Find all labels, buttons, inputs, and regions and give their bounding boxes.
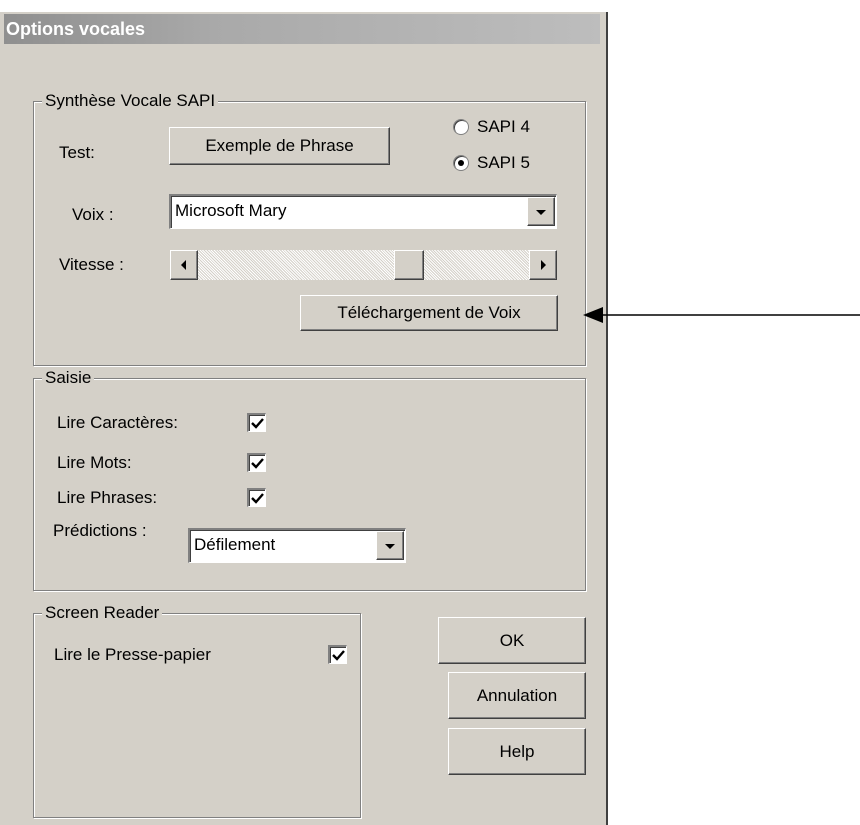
check-icon [251,418,264,429]
screen-reader-legend: Screen Reader [42,602,163,624]
voice-label: Voix : [72,205,114,224]
voice-select-value: Microsoft Mary [175,201,287,220]
sapi4-radio[interactable] [453,119,469,135]
check-icon [332,650,345,661]
options-dialog: Options vocales Synthèse Vocale SAPI Tes… [0,12,608,825]
sapi5-radio[interactable] [453,155,469,171]
read-words-checkbox[interactable] [247,453,266,472]
arrow-pointer-icon [583,307,860,323]
check-icon [251,458,264,469]
sapi4-label: SAPI 4 [477,117,530,136]
voice-dropdown-button[interactable] [527,197,555,226]
arrow-right-icon [541,260,546,270]
sample-phrase-button[interactable]: Exemple de Phrase [169,127,390,165]
ok-button[interactable]: OK [438,617,586,664]
read-characters-checkbox[interactable] [247,413,266,432]
predictions-label: Prédictions : [53,521,147,540]
voice-select[interactable]: Microsoft Mary [169,194,557,229]
input-legend: Saisie [42,367,95,389]
chevron-down-icon [536,209,546,215]
speed-slider-track[interactable] [198,250,529,280]
clipboard-checkbox[interactable] [328,645,347,664]
predictions-dropdown-button[interactable] [376,531,404,560]
check-icon [251,493,264,504]
test-label: Test: [59,143,95,162]
read-characters-label: Lire Caractères: [57,413,178,432]
read-sentences-label: Lire Phrases: [57,488,158,507]
predictions-select-value: Défilement [194,535,276,554]
speed-slider-thumb[interactable] [394,250,424,280]
read-words-label: Lire Mots: [57,453,132,472]
speed-label: Vitesse : [59,255,124,274]
speed-slider[interactable] [170,250,557,280]
cancel-button[interactable]: Annulation [448,672,586,719]
clipboard-label: Lire le Presse-papier [54,645,211,664]
sapi5-radio-dot [458,160,464,166]
arrow-left-icon [181,260,186,270]
dialog-title: Options vocales [4,14,600,44]
speed-increase-button[interactable] [529,250,557,280]
read-sentences-checkbox[interactable] [247,488,266,507]
help-button[interactable]: Help [448,728,586,775]
sapi5-label: SAPI 5 [477,153,530,172]
predictions-select[interactable]: Défilement [188,528,406,563]
synthesis-legend: Synthèse Vocale SAPI [42,90,219,112]
download-voice-button[interactable]: Téléchargement de Voix [300,295,558,331]
chevron-down-icon [385,543,395,549]
speed-decrease-button[interactable] [170,250,198,280]
